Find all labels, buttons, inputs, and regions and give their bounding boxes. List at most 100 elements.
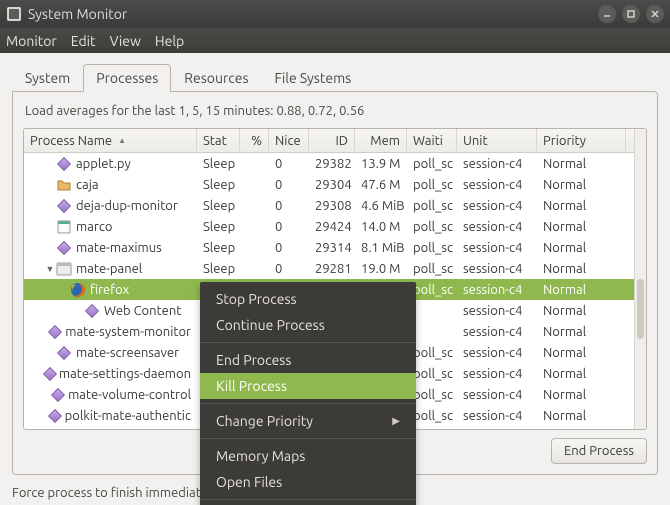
tab-file-systems[interactable]: File Systems [262, 64, 365, 91]
table-row[interactable]: marcoSleep02942414.0 Mpoll_scsession-c4N… [24, 216, 634, 237]
vertical-scrollbar[interactable] [634, 129, 646, 429]
cell-nice: 0 [269, 178, 309, 192]
cell-prio: Normal [537, 409, 626, 423]
cell-prio: Normal [537, 157, 626, 171]
process-name-cell: deja-dup-monitor [24, 198, 197, 214]
column-header[interactable]: ID [309, 129, 355, 152]
cell-unit: session-c4 [457, 388, 537, 402]
process-name-cell: mate-maximus [24, 240, 197, 256]
statusbar-text: Force process to finish immediately [12, 486, 218, 500]
maximize-button[interactable] [622, 5, 640, 23]
process-name-cell: applet.py [24, 156, 197, 172]
cell-mem: 4.6 MiB [355, 199, 407, 213]
load-averages-text: Load averages for the last 1, 5, 15 minu… [25, 104, 645, 118]
context-continue-process[interactable]: Continue Process [200, 312, 416, 338]
context-separator [200, 499, 416, 500]
table-row[interactable]: cajaSleep02930447.6 Mpoll_scsession-c4No… [24, 174, 634, 195]
context-label: Kill Process [216, 378, 287, 394]
cell-nice: 0 [269, 157, 309, 171]
column-header[interactable]: Process Name [24, 129, 197, 152]
process-name: applet.py [76, 157, 131, 171]
cell-prio: Normal [537, 346, 626, 360]
tab-system[interactable]: System [12, 64, 83, 91]
cell-prio: Normal [537, 325, 626, 339]
process-icon [84, 303, 100, 319]
process-name: marco [76, 220, 112, 234]
menu-view[interactable]: View [110, 33, 141, 49]
context-stop-process[interactable]: Stop Process [200, 286, 416, 312]
column-header[interactable]: Unit [457, 129, 537, 152]
table-row[interactable]: mate-maximusSleep0293148.1 MiBpoll_scses… [24, 237, 634, 258]
cell-unit: session-c4 [457, 367, 537, 381]
close-button[interactable] [646, 5, 664, 23]
cell-unit: session-c4 [457, 241, 537, 255]
cell-prio: Normal [537, 304, 626, 318]
cell-mem: 8.1 MiB [355, 241, 407, 255]
menu-monitor[interactable]: Monitor [6, 33, 57, 49]
app-icon [6, 6, 22, 22]
table-row[interactable]: deja-dup-monitorSleep0293084.6 MiBpoll_s… [24, 195, 634, 216]
scrollbar-thumb[interactable] [637, 279, 644, 339]
window-title: System Monitor [28, 6, 592, 22]
process-name-cell: mate-settings-daemon [24, 366, 197, 382]
table-row[interactable]: applet.pySleep02938213.9 Mpoll_scsession… [24, 153, 634, 174]
column-header[interactable]: Mem [355, 129, 407, 152]
column-header[interactable]: Waiti [407, 129, 457, 152]
table-row[interactable]: ▼mate-panelSleep02928119.0 Mpoll_scsessi… [24, 258, 634, 279]
context-end-process[interactable]: End Process [200, 347, 416, 373]
column-header[interactable]: Nice [269, 129, 309, 152]
process-icon [45, 366, 55, 382]
context-menu: Stop ProcessContinue Process End Process K… [200, 282, 416, 505]
process-name: mate-panel [76, 262, 142, 276]
cell-status: Sleep [197, 241, 240, 255]
cell-unit: session-c4 [457, 325, 537, 339]
tab-strip: SystemProcessesResourcesFile Systems [12, 61, 658, 91]
cell-mem: 14.0 M [355, 220, 407, 234]
cell-prio: Normal [537, 220, 626, 234]
tab-processes[interactable]: Processes [83, 64, 171, 92]
cell-mem: 19.0 M [355, 262, 407, 276]
process-icon [56, 261, 72, 277]
cell-prio: Normal [537, 241, 626, 255]
process-icon [51, 387, 64, 403]
process-name: mate-settings-daemon [59, 367, 191, 381]
process-name: firefox [90, 283, 129, 297]
cell-prio: Normal [537, 283, 626, 297]
process-name-cell: marco [24, 219, 197, 235]
cell-unit: session-c4 [457, 199, 537, 213]
table-header: Process NameStat%NiceIDMemWaitiUnitPrior… [24, 129, 634, 153]
tree-expander-icon[interactable]: ▼ [44, 264, 56, 274]
cell-status: Sleep [197, 199, 240, 213]
process-icon [70, 282, 86, 298]
cell-unit: session-c4 [457, 409, 537, 423]
end-process-button[interactable]: End Process [551, 438, 647, 464]
menu-help[interactable]: Help [155, 33, 184, 49]
tab-resources[interactable]: Resources [171, 64, 261, 91]
cell-wait: poll_sc [407, 262, 457, 276]
column-header[interactable]: Priority [537, 129, 626, 152]
cell-wait: poll_sc [407, 241, 457, 255]
cell-nice: 0 [269, 262, 309, 276]
cell-unit: session-c4 [457, 220, 537, 234]
menu-edit[interactable]: Edit [71, 33, 96, 49]
process-name-cell: mate-system-monitor [24, 324, 197, 340]
process-name-cell: Web Content [24, 303, 197, 319]
cell-prio: Normal [537, 367, 626, 381]
process-icon [56, 345, 72, 361]
context-memory-maps[interactable]: Memory Maps [200, 443, 416, 469]
context-change-priority[interactable]: Change Priority▶ [200, 408, 416, 434]
submenu-arrow-icon: ▶ [392, 415, 400, 427]
cell-status: Sleep [197, 262, 240, 276]
minimize-button[interactable] [598, 5, 616, 23]
cell-nice: 0 [269, 220, 309, 234]
process-name-cell: ▼ mate-panel [24, 261, 197, 277]
context-kill-process[interactable]: Kill Process [200, 373, 416, 399]
column-header[interactable]: % [240, 129, 269, 152]
process-icon [49, 324, 61, 340]
process-icon [56, 198, 72, 214]
menubar: Monitor Edit View Help [0, 28, 670, 53]
column-header[interactable]: Stat [197, 129, 240, 152]
cell-unit: session-c4 [457, 304, 537, 318]
cell-id: 29308 [309, 199, 355, 213]
context-open-files[interactable]: Open Files [200, 469, 416, 495]
